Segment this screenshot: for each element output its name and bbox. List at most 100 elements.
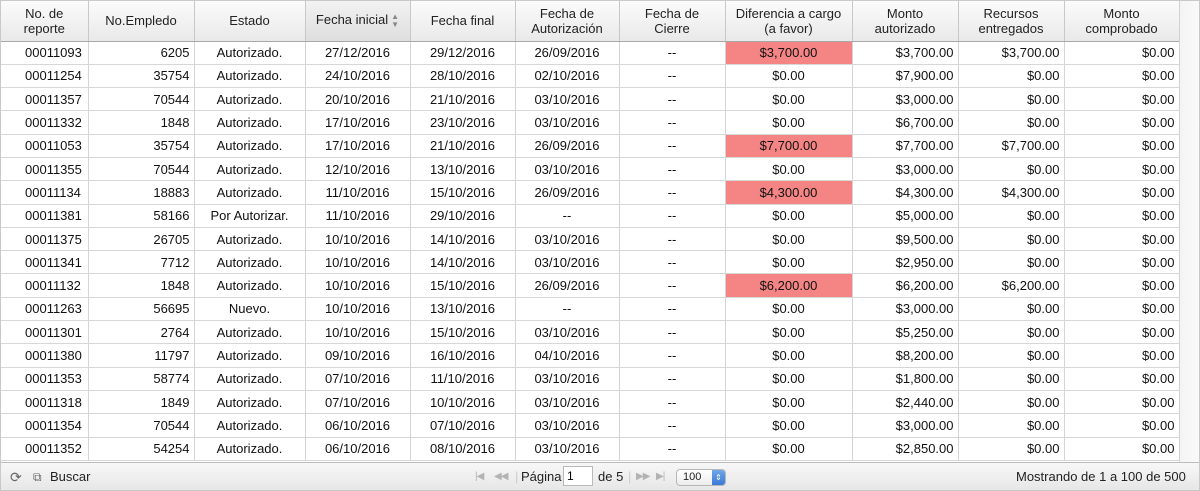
cell-end-date: 29/12/2016 xyxy=(410,41,516,65)
cell-close-date: -- xyxy=(619,320,726,345)
table-row[interactable]: 00011354 70544 Autorizado. 06/10/2016 07/10/… xyxy=(1,413,1180,438)
cell-authorization-date: -- xyxy=(515,204,620,228)
cell-close-date: -- xyxy=(619,41,726,65)
cell-close-date: -- xyxy=(619,87,726,112)
cell-employee-number: 6205 xyxy=(88,41,195,65)
cell-authorization-date: 03/10/2016 xyxy=(515,367,620,391)
cell-start-date: 17/10/2016 xyxy=(305,110,411,135)
cell-start-date: 10/10/2016 xyxy=(305,320,411,345)
col-header-start-date[interactable]: Fecha inicial ▲ ▼ xyxy=(305,1,411,42)
cell-end-date: 23/10/2016 xyxy=(410,110,516,135)
cell-employee-number: 70544 xyxy=(88,157,195,182)
cell-difference: $0.00 xyxy=(725,343,853,368)
table-row[interactable]: 00011352 54254 Autorizado. 06/10/2016 08/10/… xyxy=(1,437,1180,461)
table-row[interactable]: 00011353 58774 Autorizado. 07/10/2016 11/10/… xyxy=(1,367,1180,391)
cell-end-date: 14/10/2016 xyxy=(410,227,516,252)
cell-verified-amount: $0.00 xyxy=(1064,87,1180,112)
cell-verified-amount: $0.00 xyxy=(1064,320,1180,345)
rows-per-page-select[interactable]: 100 ⇕ xyxy=(676,469,726,486)
table-row[interactable]: 00011263 56695 Nuevo. 10/10/2016 13/10/2016-… xyxy=(1,297,1180,322)
cell-close-date: -- xyxy=(619,367,726,391)
table-row[interactable]: 00011254 35754 Autorizado. 24/10/2016 28/10/… xyxy=(1,64,1180,89)
cell-status: Nuevo. xyxy=(194,297,306,322)
prev-page-icon[interactable]: ◀◀ xyxy=(494,463,508,490)
cell-end-date: 15/10/2016 xyxy=(410,180,516,205)
cell-close-date: -- xyxy=(619,180,726,205)
cell-report-number: 00011375 xyxy=(1,227,89,252)
cell-difference: $0.00 xyxy=(725,437,853,461)
refresh-icon[interactable]: ⟳ xyxy=(10,463,22,490)
cell-authorized-amount: $7,700.00 xyxy=(852,134,959,158)
table-row[interactable]: 00011380 11797 Autorizado. 09/10/2016 16/10/… xyxy=(1,343,1180,368)
table-row[interactable]: 00011134 18883 Autorizado. 11/10/2016 15/10/… xyxy=(1,180,1180,205)
cell-report-number: 00011341 xyxy=(1,250,89,275)
table-row[interactable]: 00011375 26705 Autorizado. 10/10/2016 14/10/… xyxy=(1,227,1180,252)
next-page-icon[interactable]: ▶▶ xyxy=(636,463,650,490)
cell-delivered-resources: $0.00 xyxy=(958,110,1065,135)
search-button[interactable]: Buscar xyxy=(50,463,90,490)
table-row[interactable]: 00011318 1849 Autorizado. 07/10/2016 10/10/2… xyxy=(1,390,1180,415)
cell-difference: $0.00 xyxy=(725,367,853,391)
cell-delivered-resources: $3,700.00 xyxy=(958,41,1065,65)
col-header-status[interactable]: Estado xyxy=(194,1,306,42)
cell-delivered-resources: $0.00 xyxy=(958,87,1065,112)
col-header-report-number[interactable]: No. de reporte xyxy=(1,1,89,42)
cell-status: Autorizado. xyxy=(194,320,306,345)
cell-employee-number: 56695 xyxy=(88,297,195,322)
cell-start-date: 10/10/2016 xyxy=(305,250,411,275)
col-header-employee-number[interactable]: No.Empledo xyxy=(88,1,195,42)
cell-status: Autorizado. xyxy=(194,413,306,438)
table-row[interactable]: 00011132 1848 Autorizado. 10/10/2016 15/10/2… xyxy=(1,273,1180,298)
cell-employee-number: 58774 xyxy=(88,367,195,391)
cell-close-date: -- xyxy=(619,390,726,415)
cell-difference: $4,300.00 xyxy=(725,180,853,205)
cell-start-date: 24/10/2016 xyxy=(305,64,411,89)
col-header-authorized-amount[interactable]: Monto autorizado xyxy=(852,1,959,42)
cell-employee-number: 1848 xyxy=(88,273,195,298)
cell-authorization-date: 02/10/2016 xyxy=(515,64,620,89)
first-page-icon[interactable]: |◀ xyxy=(475,463,484,490)
vertical-scrollbar[interactable] xyxy=(1179,1,1199,462)
col-header-authorization-date[interactable]: Fecha de Autorización xyxy=(515,1,620,42)
cell-end-date: 29/10/2016 xyxy=(410,204,516,228)
col-header-end-date[interactable]: Fecha final xyxy=(410,1,516,42)
cell-authorized-amount: $9,500.00 xyxy=(852,227,959,252)
search-icon[interactable]: ⧉ xyxy=(33,463,42,490)
cell-delivered-resources: $0.00 xyxy=(958,64,1065,89)
cell-status: Autorizado. xyxy=(194,110,306,135)
table-row[interactable]: 00011053 35754 Autorizado. 17/10/2016 21/10/… xyxy=(1,134,1180,158)
table-row[interactable]: 00011381 58166 Por Autorizar. 11/10/2016 29/… xyxy=(1,204,1180,228)
table-row[interactable]: 00011093 6205 Autorizado. 27/12/2016 29/12/2… xyxy=(1,41,1180,65)
records-status: Mostrando de 1 a 100 de 500 xyxy=(1016,469,1186,484)
cell-employee-number: 11797 xyxy=(88,343,195,368)
table-row[interactable]: 00011332 1848 Autorizado. 17/10/2016 23/10/2… xyxy=(1,110,1180,135)
cell-employee-number: 35754 xyxy=(88,134,195,158)
col-header-difference[interactable]: Diferencia a cargo (a favor) xyxy=(725,1,853,42)
cell-authorized-amount: $6,200.00 xyxy=(852,273,959,298)
table-row[interactable]: 00011341 7712 Autorizado. 10/10/2016 14/10/2… xyxy=(1,250,1180,275)
cell-start-date: 06/10/2016 xyxy=(305,413,411,438)
cell-close-date: -- xyxy=(619,250,726,275)
cell-end-date: 07/10/2016 xyxy=(410,413,516,438)
cell-delivered-resources: $0.00 xyxy=(958,320,1065,345)
col-header-delivered-resources[interactable]: Recursos entregados xyxy=(958,1,1065,42)
col-header-close-date[interactable]: Fecha de Cierre xyxy=(619,1,726,42)
cell-start-date: 09/10/2016 xyxy=(305,343,411,368)
cell-report-number: 00011263 xyxy=(1,297,89,322)
page-number-input[interactable] xyxy=(563,466,593,486)
col-header-verified-amount[interactable]: Monto comprobado xyxy=(1064,1,1180,42)
last-page-icon[interactable]: ▶| xyxy=(656,463,665,490)
cell-end-date: 15/10/2016 xyxy=(410,320,516,345)
cell-authorized-amount: $3,000.00 xyxy=(852,297,959,322)
cell-difference: $0.00 xyxy=(725,320,853,345)
report-table: No. de reporte No.Empledo Estado Fecha i… xyxy=(1,1,1180,461)
table-row[interactable]: 00011357 70544 Autorizado. 20/10/2016 21/10/… xyxy=(1,87,1180,112)
page-label: Página xyxy=(521,469,562,484)
table-row[interactable]: 00011301 2764 Autorizado. 10/10/2016 15/10/2… xyxy=(1,320,1180,345)
cell-verified-amount: $0.00 xyxy=(1064,390,1180,415)
cell-report-number: 00011357 xyxy=(1,87,89,112)
cell-report-number: 00011254 xyxy=(1,64,89,89)
cell-start-date: 10/10/2016 xyxy=(305,273,411,298)
cell-authorization-date: 03/10/2016 xyxy=(515,413,620,438)
table-row[interactable]: 00011355 70544 Autorizado. 12/10/2016 13/10/… xyxy=(1,157,1180,182)
